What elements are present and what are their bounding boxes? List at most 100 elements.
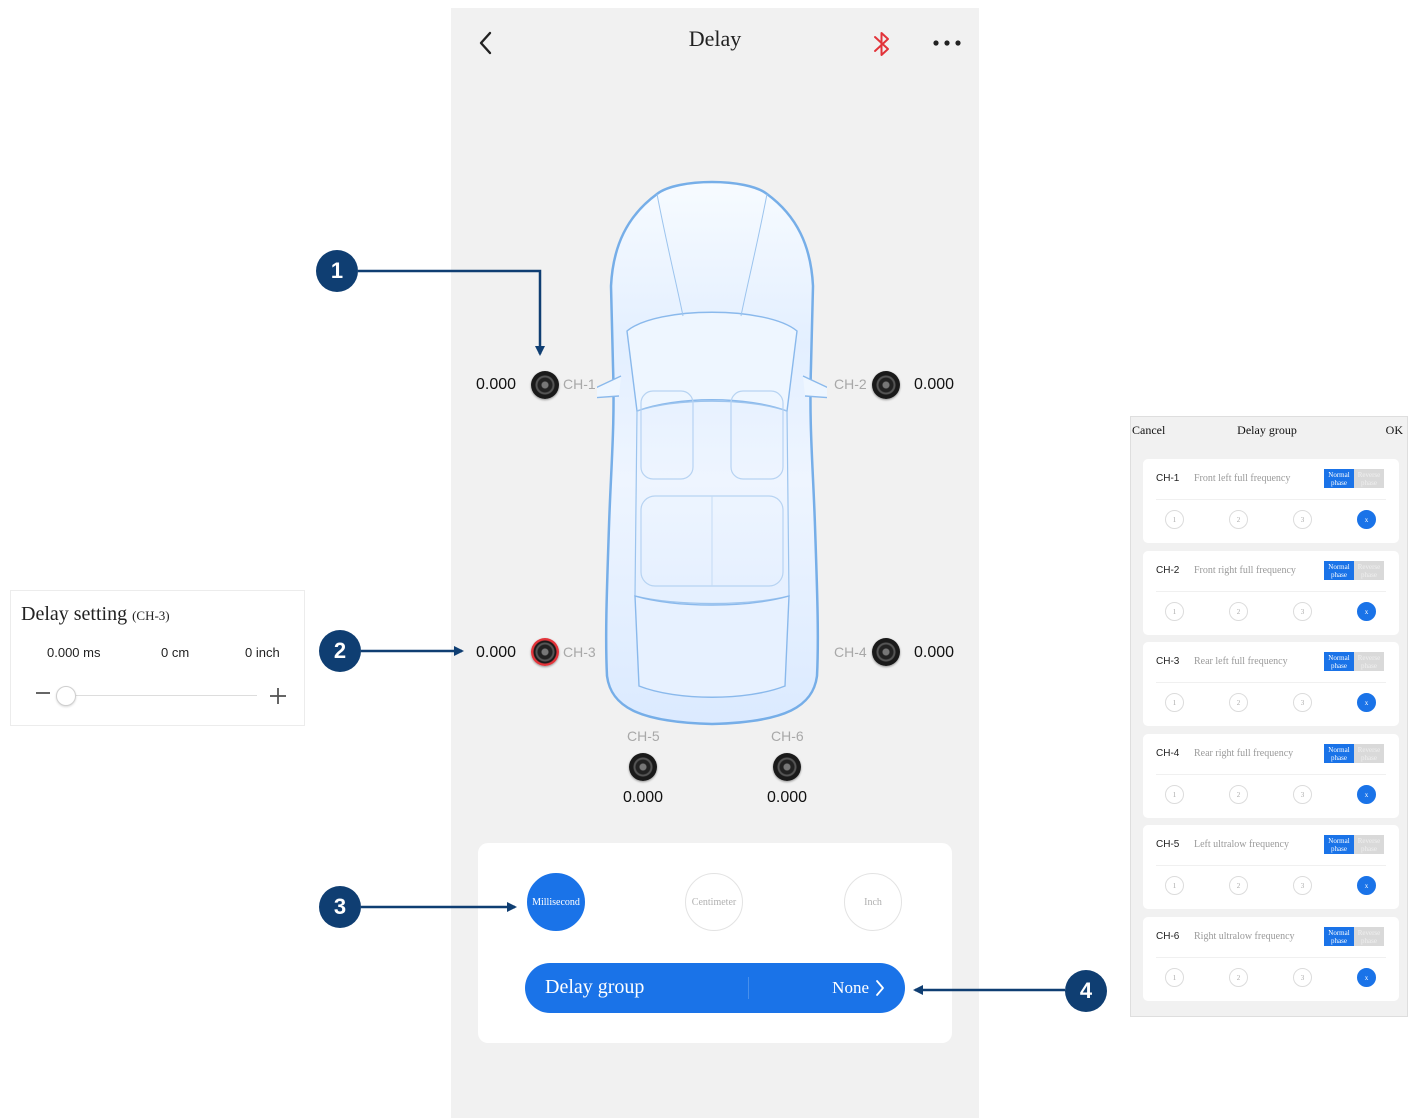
delay-cm-value: 0 cm — [161, 645, 190, 660]
card-channel-name: Front right full frequency — [1194, 565, 1296, 576]
reverse-phase-button[interactable]: Reverse phase — [1354, 561, 1384, 580]
ch2-speaker-icon[interactable] — [872, 371, 900, 399]
group-option-3[interactable]: 3 — [1293, 968, 1312, 987]
group-option-x[interactable]: x — [1357, 602, 1376, 621]
card-channel-id: CH-5 — [1156, 839, 1180, 850]
delay-inch-value: 0 inch — [245, 645, 280, 660]
group-option-1[interactable]: 1 — [1165, 693, 1184, 712]
group-option-x[interactable]: x — [1357, 876, 1376, 895]
group-option-3[interactable]: 3 — [1293, 876, 1312, 895]
unit-panel: Millisecond Centimeter Inch Delay group … — [478, 843, 952, 1043]
phone-screen: Delay 0.000 CH-1 CH-2 0.000 0.000 CH-3 C… — [451, 8, 979, 1118]
card-divider — [1156, 499, 1386, 500]
card-channel-id: CH-4 — [1156, 748, 1180, 759]
reverse-phase-button[interactable]: Reverse phase — [1354, 744, 1384, 763]
channel-card: CH-6 Right ultralow frequency Normal phase… — [1143, 917, 1399, 1001]
group-option-2[interactable]: 2 — [1229, 876, 1248, 895]
card-channel-name: Front left full frequency — [1194, 473, 1291, 484]
callout-badge-2: 2 — [319, 630, 361, 672]
ch5-value[interactable]: 0.000 — [623, 789, 663, 807]
bluetooth-icon[interactable] — [869, 28, 895, 60]
card-channel-name: Rear left full frequency — [1194, 656, 1288, 667]
card-divider — [1156, 957, 1386, 958]
ch2-value[interactable]: 0.000 — [914, 376, 954, 394]
normal-phase-button[interactable]: Normal phase — [1324, 469, 1354, 488]
group-option-x[interactable]: x — [1357, 510, 1376, 529]
delay-group-label: Delay group — [545, 976, 645, 998]
card-channel-id: CH-6 — [1156, 931, 1180, 942]
group-option-3[interactable]: 3 — [1293, 785, 1312, 804]
ch6-label: CH-6 — [771, 728, 804, 744]
channel-card: CH-1 Front left full frequency Normal phas… — [1143, 459, 1399, 543]
ch1-label: CH-1 — [563, 376, 596, 392]
reverse-phase-button[interactable]: Reverse phase — [1354, 927, 1384, 946]
delay-ms-value: 0.000 ms — [47, 645, 101, 660]
ch6-value[interactable]: 0.000 — [767, 789, 807, 807]
delay-slider-track[interactable] — [57, 695, 257, 696]
normal-phase-button[interactable]: Normal phase — [1324, 561, 1354, 580]
group-option-2[interactable]: 2 — [1229, 602, 1248, 621]
ch6-speaker-icon[interactable] — [773, 753, 801, 781]
normal-phase-button[interactable]: Normal phase — [1324, 927, 1354, 946]
group-option-1[interactable]: 1 — [1165, 968, 1184, 987]
ch1-value[interactable]: 0.000 — [476, 376, 516, 394]
reverse-phase-button[interactable]: Reverse phase — [1354, 469, 1384, 488]
group-option-3[interactable]: 3 — [1293, 510, 1312, 529]
chevron-right-icon — [876, 980, 884, 996]
ch2-label: CH-2 — [834, 376, 867, 392]
group-option-2[interactable]: 2 — [1229, 968, 1248, 987]
page-title: Delay — [688, 26, 742, 51]
group-option-3[interactable]: 3 — [1293, 602, 1312, 621]
card-divider — [1156, 865, 1386, 866]
card-channel-id: CH-3 — [1156, 656, 1180, 667]
normal-phase-button[interactable]: Normal phase — [1324, 744, 1354, 763]
group-option-1[interactable]: 1 — [1165, 876, 1184, 895]
delay-setting-card: Delay setting (CH-3) 0.000 ms 0 cm 0 inc… — [10, 590, 305, 726]
car-top-view-image — [597, 180, 827, 726]
group-option-x[interactable]: x — [1357, 968, 1376, 987]
normal-phase-button[interactable]: Normal phase — [1324, 652, 1354, 671]
group-option-2[interactable]: 2 — [1229, 693, 1248, 712]
ch1-speaker-icon[interactable] — [531, 371, 559, 399]
card-divider — [1156, 591, 1386, 592]
unit-inch-button[interactable]: Inch — [844, 873, 902, 931]
ch3-label: CH-3 — [563, 644, 596, 660]
group-option-3[interactable]: 3 — [1293, 693, 1312, 712]
callout-badge-3: 3 — [319, 886, 361, 928]
group-option-x[interactable]: x — [1357, 693, 1376, 712]
channel-card: CH-5 Left ultralow frequency Normal phase R… — [1143, 825, 1399, 909]
delay-group-button[interactable]: Delay group None — [525, 963, 905, 1013]
group-option-x[interactable]: x — [1357, 785, 1376, 804]
group-option-2[interactable]: 2 — [1229, 785, 1248, 804]
ch3-speaker-icon[interactable] — [531, 638, 559, 666]
card-divider — [1156, 682, 1386, 683]
ch3-value[interactable]: 0.000 — [476, 644, 516, 662]
ch5-speaker-icon[interactable] — [629, 753, 657, 781]
minus-icon[interactable] — [35, 686, 51, 700]
ch4-speaker-icon[interactable] — [872, 638, 900, 666]
header: Delay — [451, 8, 979, 78]
channel-card: CH-2 Front right full frequency Normal pha… — [1143, 551, 1399, 635]
card-channel-name: Left ultralow frequency — [1194, 839, 1289, 850]
card-channel-name: Right ultralow frequency — [1194, 931, 1295, 942]
callout-badge-4: 4 — [1065, 970, 1107, 1012]
delay-slider-thumb[interactable] — [56, 686, 76, 706]
group-option-1[interactable]: 1 — [1165, 785, 1184, 804]
normal-phase-button[interactable]: Normal phase — [1324, 835, 1354, 854]
delay-group-divider — [748, 977, 749, 999]
ch4-value[interactable]: 0.000 — [914, 644, 954, 662]
reverse-phase-button[interactable]: Reverse phase — [1354, 835, 1384, 854]
group-option-1[interactable]: 1 — [1165, 510, 1184, 529]
channel-card: CH-3 Rear left full frequency Normal phase… — [1143, 642, 1399, 726]
plus-icon[interactable] — [269, 687, 287, 705]
unit-millisecond-button[interactable]: Millisecond — [527, 873, 585, 931]
reverse-phase-button[interactable]: Reverse phase — [1354, 652, 1384, 671]
card-channel-id: CH-2 — [1156, 565, 1180, 576]
dialog-ok-button[interactable]: OK — [1386, 423, 1403, 438]
group-option-1[interactable]: 1 — [1165, 602, 1184, 621]
group-option-2[interactable]: 2 — [1229, 510, 1248, 529]
ch4-label: CH-4 — [834, 644, 867, 660]
unit-centimeter-button[interactable]: Centimeter — [685, 873, 743, 931]
more-dots-icon[interactable] — [931, 34, 963, 52]
delay-setting-channel: (CH-3) — [132, 608, 170, 623]
